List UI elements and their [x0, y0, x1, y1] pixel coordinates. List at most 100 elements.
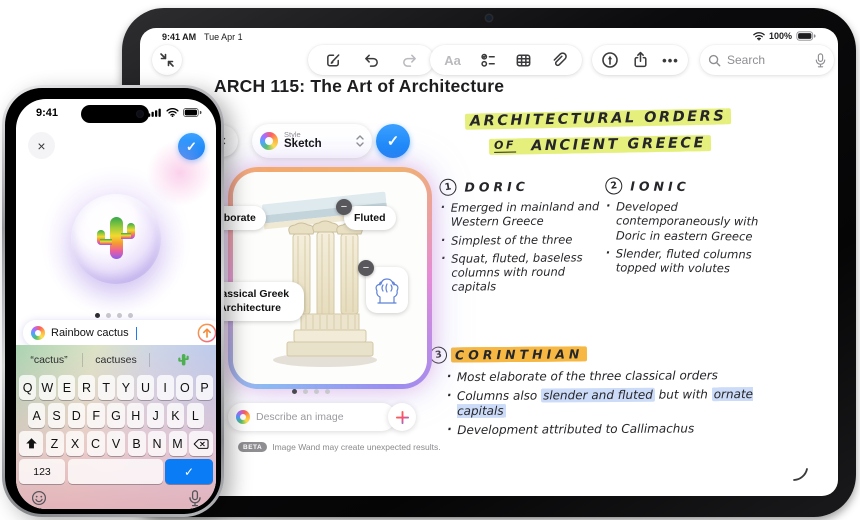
- key-B[interactable]: B: [128, 431, 146, 456]
- image-playground-icon: [260, 132, 278, 150]
- dictation-mic-icon[interactable]: [189, 490, 201, 507]
- remove-sketch-button[interactable]: −: [358, 260, 374, 276]
- key-U[interactable]: U: [137, 375, 154, 400]
- battery-icon: [183, 108, 202, 117]
- genmoji-prompt-input[interactable]: Rainbow cactus: [23, 320, 216, 346]
- key-Q[interactable]: Q: [19, 375, 36, 400]
- doric-bullet-1: Emerged in mainland and Western Greece: [440, 199, 602, 229]
- image-wand-accept-button[interactable]: ✓: [376, 124, 410, 158]
- return-key[interactable]: ✓: [165, 459, 213, 484]
- key-N[interactable]: N: [148, 431, 166, 456]
- style-label: Style: [284, 131, 350, 139]
- keyboard-footer: [16, 487, 216, 509]
- section-ionic: 2IONIC Developed contemporaneously with …: [605, 177, 784, 279]
- emoji-keyboard-icon[interactable]: [31, 490, 47, 506]
- iphone-status-icons: [148, 108, 202, 117]
- numbers-key[interactable]: 123: [19, 459, 65, 484]
- doric-bullet-3: Squat, fluted, baseless columns with rou…: [440, 250, 602, 294]
- plus-icon: [395, 410, 410, 425]
- key-F[interactable]: F: [87, 403, 104, 428]
- keyboard-row-4: 123 ✓: [19, 459, 213, 485]
- key-K[interactable]: K: [167, 403, 184, 428]
- section-doric: 1DORIC Emerged in mainland and Western G…: [439, 177, 602, 298]
- text-cursor: [136, 327, 138, 340]
- keyboard-row-2: ASDFGHJKL: [28, 403, 204, 428]
- keyboard-row-1: QWERTYUIOP: [19, 375, 213, 400]
- backspace-key[interactable]: [189, 431, 213, 456]
- check-icon: ✓: [387, 132, 400, 150]
- corinthian-bullet-2: Columns also slender and fluted but with…: [446, 387, 778, 419]
- key-M[interactable]: M: [169, 431, 187, 456]
- column-sketch-icon: [372, 273, 402, 307]
- sketch-thumbnail-chip[interactable]: [366, 267, 408, 313]
- image-playground-icon: [31, 326, 45, 340]
- key-I[interactable]: I: [157, 375, 174, 400]
- iphone-bezel: 9:41 × ✓: [5, 88, 221, 514]
- style-value: Sketch: [284, 138, 350, 151]
- suggestion-cactus-emoji[interactable]: [150, 349, 216, 371]
- key-Y[interactable]: Y: [117, 375, 134, 400]
- hw-heading-line2: OF ANCIENT GREECE: [485, 132, 715, 155]
- beta-badge: BETA: [238, 442, 267, 452]
- ionic-bullet-1: Developed contemporaneously with Doric i…: [605, 199, 783, 243]
- key-A[interactable]: A: [28, 403, 45, 428]
- rainbow-cactus-image: [96, 214, 136, 264]
- iphone-screen: 9:41 × ✓: [16, 99, 216, 509]
- key-S[interactable]: S: [48, 403, 65, 428]
- genmoji-page-dots: [95, 313, 133, 318]
- cellular-signal-icon: [148, 108, 162, 117]
- remove-fluted-button[interactable]: −: [336, 199, 352, 215]
- key-W[interactable]: W: [39, 375, 56, 400]
- front-camera: [136, 110, 144, 118]
- chip-fluted[interactable]: Fluted: [344, 206, 396, 230]
- prompt-text: Rainbow cactus: [51, 327, 129, 339]
- key-P[interactable]: P: [196, 375, 213, 400]
- wifi-icon: [166, 108, 179, 117]
- key-R[interactable]: R: [78, 375, 95, 400]
- genmoji-result-bubble: [71, 194, 161, 284]
- ionic-bullet-2: Slender, fluted columns topped with volu…: [605, 246, 783, 276]
- corinthian-bullet-1: Most elaborate of the three classical or…: [446, 368, 778, 385]
- corinthian-bullet-3: Development attributed to Callimachus: [446, 420, 778, 437]
- close-icon: ×: [37, 138, 45, 154]
- note-title: ARCH 115: The Art of Architecture: [214, 76, 504, 97]
- shift-key[interactable]: [19, 431, 43, 456]
- key-G[interactable]: G: [107, 403, 124, 428]
- key-Z[interactable]: Z: [46, 431, 64, 456]
- suggestion-2[interactable]: cactuses: [83, 349, 149, 371]
- dynamic-island: [81, 105, 149, 123]
- key-E[interactable]: E: [58, 375, 75, 400]
- suggestion-bar: “cactus” cactuses: [16, 349, 216, 371]
- key-L[interactable]: L: [187, 403, 204, 428]
- suggestion-1[interactable]: “cactus”: [16, 349, 82, 371]
- genmoji-close-button[interactable]: ×: [28, 132, 55, 159]
- add-prompt-button[interactable]: [388, 403, 416, 431]
- key-O[interactable]: O: [176, 375, 193, 400]
- describe-placeholder: Describe an image: [256, 411, 344, 423]
- key-T[interactable]: T: [98, 375, 115, 400]
- minus-icon: −: [341, 201, 347, 213]
- key-H[interactable]: H: [127, 403, 144, 428]
- ipad-device: 9:41 AM Tue Apr 1 100% Aa •••: [122, 8, 856, 517]
- key-C[interactable]: C: [87, 431, 105, 456]
- key-J[interactable]: J: [147, 403, 164, 428]
- iphone-device: 9:41 × ✓: [2, 85, 224, 517]
- key-V[interactable]: V: [107, 431, 125, 456]
- describe-image-input[interactable]: Describe an image: [228, 403, 396, 431]
- iphone-status-time: 9:41: [36, 107, 58, 119]
- doric-bullet-2: Simplest of the three: [440, 232, 602, 248]
- chevron-up-down-icon: [356, 134, 364, 148]
- send-prompt-button[interactable]: [197, 323, 216, 343]
- section-corinthian-head: 3CORINTHIAN: [430, 345, 583, 363]
- beta-note-text: Image Wand may create unexpected results…: [272, 442, 440, 452]
- keyboard-row-3: ZXCVBNM: [19, 431, 213, 456]
- ipad-screen: 9:41 AM Tue Apr 1 100% Aa •••: [140, 28, 838, 496]
- key-D[interactable]: D: [68, 403, 85, 428]
- key-X[interactable]: X: [66, 431, 84, 456]
- minus-icon: −: [363, 262, 369, 274]
- section-corinthian-bullets: Most elaborate of the three classical or…: [446, 368, 778, 442]
- style-picker[interactable]: Style Sketch: [252, 124, 372, 158]
- ipad-front-camera: [486, 15, 492, 21]
- page-curl-icon[interactable]: [792, 466, 814, 482]
- space-key[interactable]: [68, 459, 163, 484]
